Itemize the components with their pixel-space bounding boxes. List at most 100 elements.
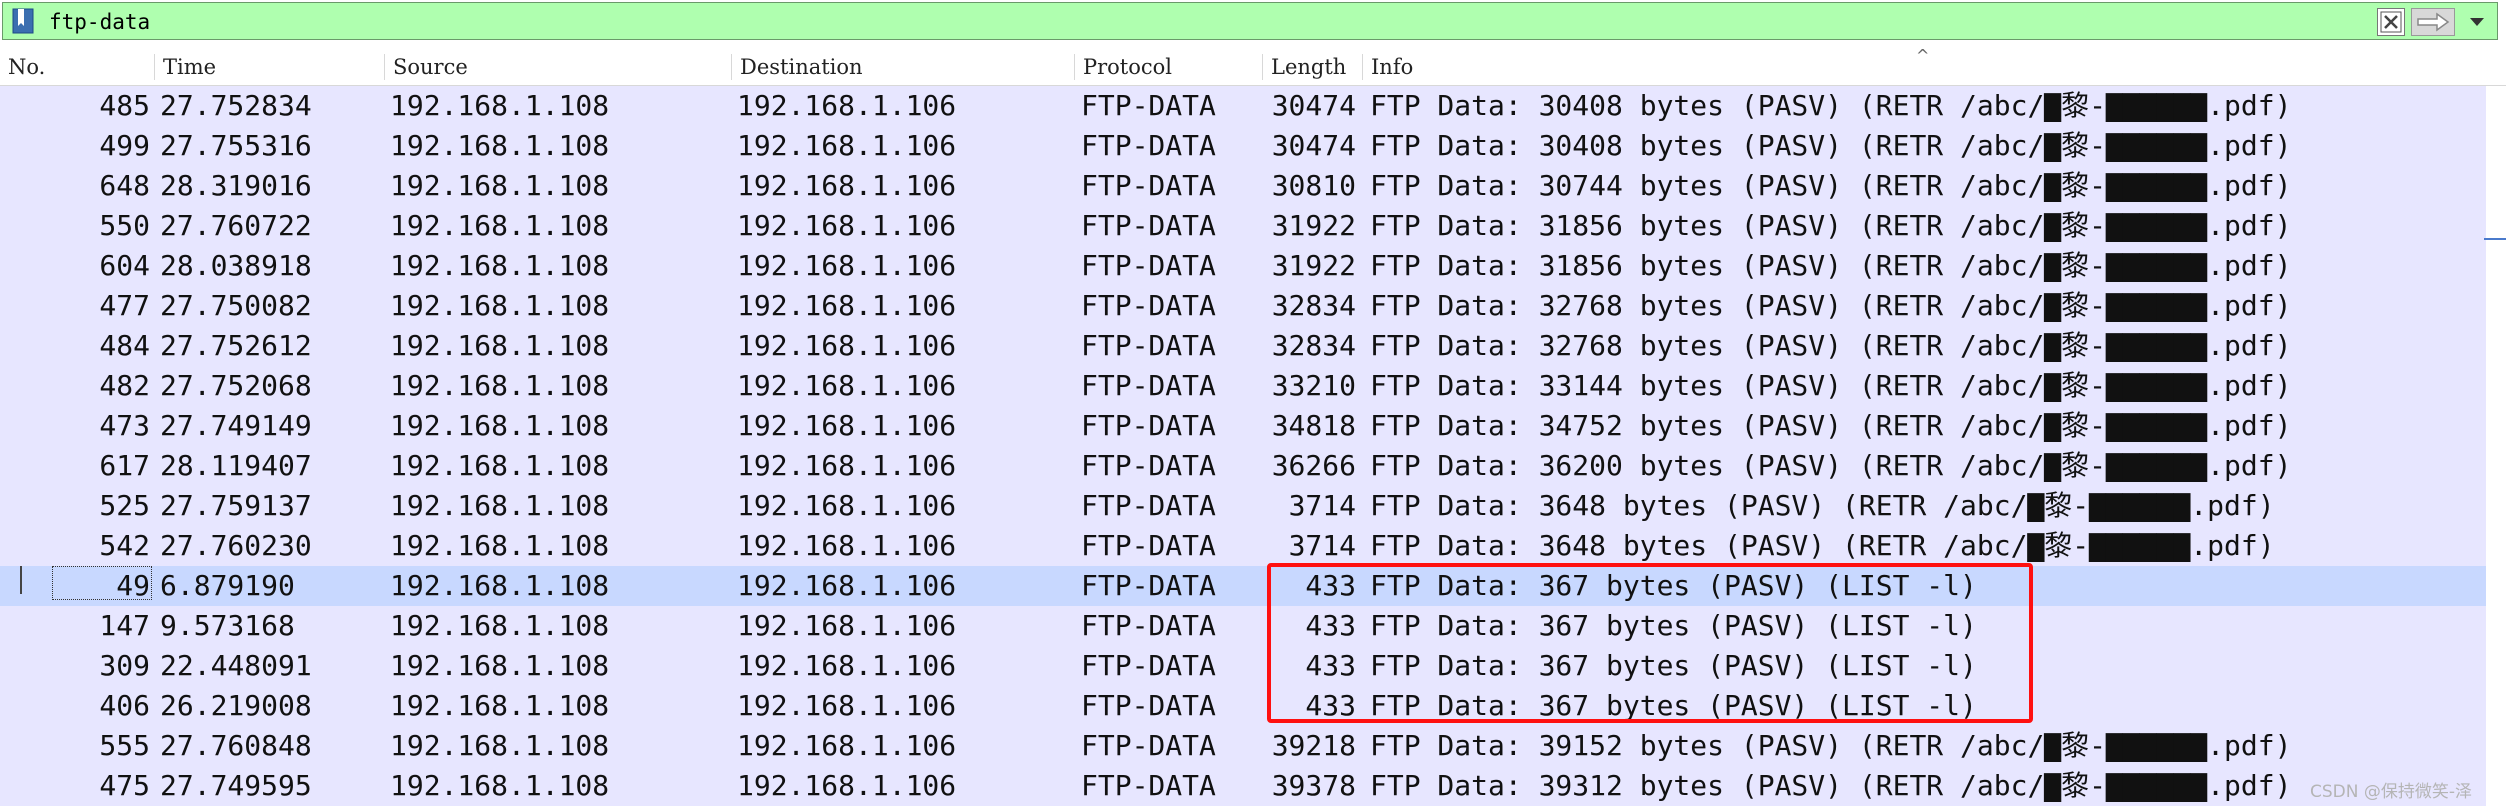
packet-protocol: FTP-DATA	[1081, 129, 1216, 162]
filter-history-dropdown[interactable]	[2461, 8, 2493, 36]
packet-row[interactable]: 147 9.573168 192.168.1.108 192.168.1.106…	[0, 606, 2486, 646]
packet-length: 39218	[1271, 729, 1356, 762]
packet-destination: 192.168.1.106	[737, 369, 957, 402]
packet-length: 433	[1305, 569, 1356, 602]
packet-time: 27.760230	[160, 529, 312, 562]
packet-row[interactable]: 406 26.219008 192.168.1.108 192.168.1.10…	[0, 686, 2486, 726]
packet-info: FTP Data: 30408 bytes (PASV) (RETR /abc/…	[1370, 89, 2292, 122]
packet-info: FTP Data: 30744 bytes (PASV) (RETR /abc/…	[1370, 169, 2292, 202]
column-header-source[interactable]: Source	[384, 54, 468, 80]
packet-info: FTP Data: 39312 bytes (PASV) (RETR /abc/…	[1370, 769, 2292, 802]
packet-no: 473	[99, 409, 150, 442]
packet-protocol: FTP-DATA	[1081, 369, 1216, 402]
packet-info: FTP Data: 36200 bytes (PASV) (RETR /abc/…	[1370, 449, 2292, 482]
packet-protocol: FTP-DATA	[1081, 169, 1216, 202]
packet-length: 30474	[1271, 129, 1356, 162]
packet-source: 192.168.1.108	[390, 249, 610, 282]
packet-time: 28.038918	[160, 249, 312, 282]
packet-destination: 192.168.1.106	[737, 249, 957, 282]
bookmark-icon[interactable]	[9, 7, 37, 35]
packet-row-selected[interactable]: 49 6.879190 192.168.1.108 192.168.1.106 …	[0, 566, 2486, 606]
packet-protocol: FTP-DATA	[1081, 249, 1216, 282]
column-header-destination[interactable]: Destination	[731, 54, 863, 80]
packet-no: 604	[99, 249, 150, 282]
packet-row[interactable]: 525 27.759137 192.168.1.108 192.168.1.10…	[0, 486, 2486, 526]
packet-list: 485 27.752834 192.168.1.108 192.168.1.10…	[0, 86, 2506, 806]
packet-row[interactable]: 617 28.119407 192.168.1.108 192.168.1.10…	[0, 446, 2486, 486]
column-header-no[interactable]: No.	[0, 54, 45, 80]
packet-destination: 192.168.1.106	[737, 329, 957, 362]
packet-source: 192.168.1.108	[390, 169, 610, 202]
packet-source: 192.168.1.108	[390, 369, 610, 402]
packet-row[interactable]: 482 27.752068 192.168.1.108 192.168.1.10…	[0, 366, 2486, 406]
packet-time: 27.752834	[160, 89, 312, 122]
packet-protocol: FTP-DATA	[1081, 569, 1216, 602]
display-filter-field	[2, 2, 2498, 40]
packet-time: 27.749595	[160, 769, 312, 802]
packet-no: 475	[99, 769, 150, 802]
packet-info: FTP Data: 367 bytes (PASV) (LIST -l)	[1370, 609, 1977, 642]
packet-protocol: FTP-DATA	[1081, 729, 1216, 762]
packet-row[interactable]: 473 27.749149 192.168.1.108 192.168.1.10…	[0, 406, 2486, 446]
packet-length: 32834	[1271, 329, 1356, 362]
packet-protocol: FTP-DATA	[1081, 609, 1216, 642]
packet-source: 192.168.1.108	[390, 689, 610, 722]
display-filter-input[interactable]	[49, 9, 2349, 35]
watermark: CSDN @保持微笑-泽	[2310, 782, 2473, 802]
packet-no: 525	[99, 489, 150, 522]
packet-protocol: FTP-DATA	[1081, 649, 1216, 682]
clear-filter-button[interactable]	[2377, 8, 2405, 36]
packet-no: 147	[99, 609, 150, 642]
packet-row[interactable]: 604 28.038918 192.168.1.108 192.168.1.10…	[0, 246, 2486, 286]
packet-row[interactable]: 555 27.760848 192.168.1.108 192.168.1.10…	[0, 726, 2486, 766]
packet-length: 30474	[1271, 89, 1356, 122]
packet-source: 192.168.1.108	[390, 449, 610, 482]
packet-row[interactable]: 485 27.752834 192.168.1.108 192.168.1.10…	[0, 86, 2486, 126]
packet-info: FTP Data: 32768 bytes (PASV) (RETR /abc/…	[1370, 289, 2292, 322]
packet-row[interactable]: 550 27.760722 192.168.1.108 192.168.1.10…	[0, 206, 2486, 246]
column-header-protocol[interactable]: Protocol	[1074, 54, 1172, 80]
packet-no: 499	[99, 129, 150, 162]
sort-ascending-icon: ^	[1916, 46, 1930, 65]
packet-row[interactable]: 484 27.752612 192.168.1.108 192.168.1.10…	[0, 326, 2486, 366]
packet-row[interactable]: 542 27.760230 192.168.1.108 192.168.1.10…	[0, 526, 2486, 566]
packet-no: 49	[116, 569, 150, 602]
packet-length: 31922	[1271, 249, 1356, 282]
apply-filter-button[interactable]	[2411, 8, 2455, 36]
packet-length: 36266	[1271, 449, 1356, 482]
packet-protocol: FTP-DATA	[1081, 449, 1216, 482]
packet-row[interactable]: 309 22.448091 192.168.1.108 192.168.1.10…	[0, 646, 2486, 686]
packet-destination: 192.168.1.106	[737, 169, 957, 202]
packet-protocol: FTP-DATA	[1081, 689, 1216, 722]
packet-info: FTP Data: 3648 bytes (PASV) (RETR /abc/▇…	[1370, 529, 2275, 562]
chevron-down-icon	[2470, 18, 2484, 26]
packet-no: 484	[99, 329, 150, 362]
packet-length: 3714	[1288, 529, 1356, 562]
packet-source: 192.168.1.108	[390, 409, 610, 442]
packet-no: 485	[99, 89, 150, 122]
packet-row[interactable]: 475 27.749595 192.168.1.108 192.168.1.10…	[0, 766, 2486, 806]
packet-time: 27.760848	[160, 729, 312, 762]
packet-row[interactable]: 477 27.750082 192.168.1.108 192.168.1.10…	[0, 286, 2486, 326]
packet-destination: 192.168.1.106	[737, 609, 957, 642]
packet-length: 31922	[1271, 209, 1356, 242]
packet-length: 433	[1305, 649, 1356, 682]
column-header-info[interactable]: Info	[1362, 54, 1413, 80]
packet-row[interactable]: 499 27.755316 192.168.1.108 192.168.1.10…	[0, 126, 2486, 166]
packet-list-header: No. Time Source Destination Protocol Len…	[0, 46, 2506, 86]
packet-protocol: FTP-DATA	[1081, 769, 1216, 802]
packet-row[interactable]: 648 28.319016 192.168.1.108 192.168.1.10…	[0, 166, 2486, 206]
packet-protocol: FTP-DATA	[1081, 329, 1216, 362]
packet-info: FTP Data: 31856 bytes (PASV) (RETR /abc/…	[1370, 209, 2292, 242]
column-header-time[interactable]: Time	[154, 54, 216, 80]
packet-protocol: FTP-DATA	[1081, 409, 1216, 442]
packet-length: 433	[1305, 609, 1356, 642]
packet-no: 555	[99, 729, 150, 762]
packet-destination: 192.168.1.106	[737, 569, 957, 602]
packet-protocol: FTP-DATA	[1081, 289, 1216, 322]
packet-destination: 192.168.1.106	[737, 449, 957, 482]
packet-protocol: FTP-DATA	[1081, 489, 1216, 522]
packet-no: 542	[99, 529, 150, 562]
column-header-length[interactable]: Length	[1262, 54, 1346, 80]
packet-source: 192.168.1.108	[390, 649, 610, 682]
